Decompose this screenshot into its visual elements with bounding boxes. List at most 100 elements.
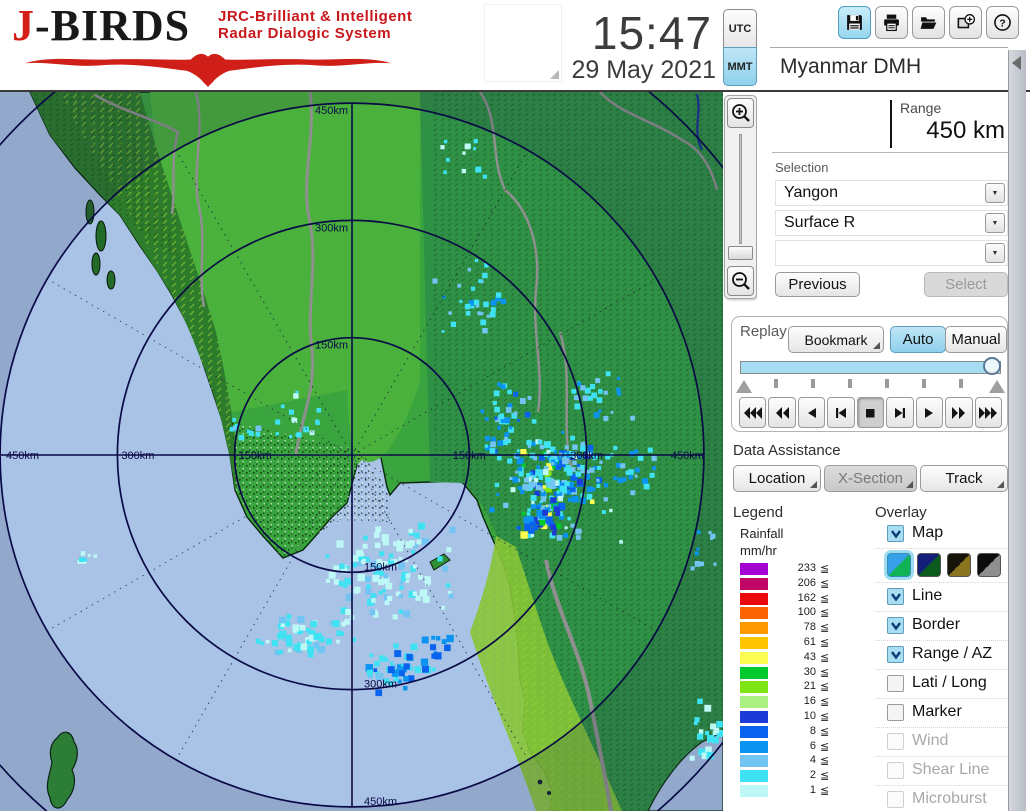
- zoom-slider-handle[interactable]: [728, 246, 753, 260]
- zoom-in-icon: [731, 104, 750, 122]
- legend-row: 4 ≦: [740, 754, 850, 769]
- eagle-icon: [24, 53, 392, 88]
- print-icon: [884, 14, 899, 32]
- checkbox[interactable]: [887, 762, 904, 779]
- product-dropdown-value: Surface R: [784, 214, 856, 231]
- replay-label: Replay: [740, 323, 787, 340]
- chevron-down-icon[interactable]: ▼: [985, 183, 1005, 203]
- legend-swatch: [740, 651, 768, 664]
- print-button[interactable]: [875, 6, 908, 39]
- legend-row: 78 ≦: [740, 621, 850, 636]
- panel-scrollbar[interactable]: [1008, 50, 1026, 811]
- fast-rewind-icon: [743, 406, 762, 419]
- checkbox[interactable]: [887, 525, 904, 542]
- utc-button[interactable]: UTC: [723, 9, 757, 48]
- x-section-button[interactable]: X-Section: [824, 465, 917, 492]
- zoom-slider-track[interactable]: [739, 134, 742, 244]
- zoom-in-button[interactable]: [727, 98, 754, 128]
- rewind-button[interactable]: [768, 397, 796, 428]
- svg-text:450km: 450km: [6, 450, 39, 462]
- replay-slider-handle[interactable]: [983, 357, 1001, 375]
- play-icon: [925, 407, 934, 418]
- step-forward-button[interactable]: [886, 397, 914, 428]
- legend-value: 61: [803, 635, 816, 648]
- site-dropdown[interactable]: Yangon ▼: [775, 180, 1008, 206]
- play-reverse-button[interactable]: [797, 397, 826, 428]
- control-panel: Range 450 km Selection Yangon ▼ Surface …: [731, 92, 1008, 811]
- checkbox[interactable]: [887, 588, 904, 605]
- collapse-panel-icon[interactable]: [1012, 56, 1021, 70]
- bookmark-button[interactable]: Bookmark: [788, 326, 884, 353]
- help-button[interactable]: ?: [986, 6, 1019, 39]
- zoom-out-button[interactable]: [727, 266, 754, 296]
- map-style-swatch-2[interactable]: [917, 553, 941, 577]
- legend-swatch: [740, 696, 768, 709]
- fastest-forward-button[interactable]: [974, 397, 1002, 428]
- overlay-item-shear-line: Shear Line: [875, 757, 1008, 786]
- slider-start-marker[interactable]: [736, 380, 752, 393]
- option-dropdown[interactable]: ▼: [775, 240, 1008, 266]
- legend-label: Legend: [733, 504, 784, 521]
- check-icon: [890, 650, 901, 660]
- slider-end-marker[interactable]: [989, 380, 1005, 393]
- play-reverse-icon: [807, 407, 816, 418]
- play-button[interactable]: [915, 397, 944, 428]
- svg-text:300km: 300km: [315, 222, 348, 234]
- legend-row: 21 ≦: [740, 680, 850, 695]
- checkbox[interactable]: [887, 675, 904, 692]
- step-forward-icon: [894, 407, 905, 418]
- overlay-item-microburst: Microburst: [875, 786, 1008, 811]
- chevron-down-icon[interactable]: ▼: [985, 213, 1005, 233]
- step-back-button[interactable]: [827, 397, 855, 428]
- rewind-icon: [776, 406, 790, 419]
- open-file-button[interactable]: [912, 6, 945, 39]
- track-button[interactable]: Track: [920, 465, 1008, 492]
- open-folder-icon: [920, 17, 937, 29]
- checkbox[interactable]: [887, 791, 904, 808]
- legend-operator: ≦: [820, 607, 830, 620]
- map-style-swatch-1[interactable]: [887, 553, 911, 577]
- legend-unit: mm/hr: [740, 543, 777, 558]
- stop-button[interactable]: [856, 397, 885, 428]
- range-display: Range 450 km: [775, 95, 1008, 150]
- svg-text:150km: 150km: [239, 450, 272, 462]
- svg-text:300km: 300km: [570, 450, 603, 462]
- legend-swatch: [740, 636, 768, 649]
- overlay-item-wind: Wind: [875, 728, 1008, 757]
- logo-title: J-BIRDS: [12, 1, 191, 50]
- fast-rewind-button[interactable]: [739, 397, 767, 428]
- legend-quantity: Rainfall: [740, 526, 784, 541]
- product-dropdown[interactable]: Surface R ▼: [775, 210, 1008, 236]
- checkbox[interactable]: [887, 733, 904, 750]
- data-assistance-label: Data Assistance: [733, 442, 841, 459]
- checkbox[interactable]: [887, 617, 904, 634]
- chevron-down-icon[interactable]: ▼: [985, 243, 1005, 263]
- save-button[interactable]: [838, 6, 871, 39]
- select-button[interactable]: Select: [924, 272, 1008, 297]
- map-style-swatch-3[interactable]: [947, 553, 971, 577]
- location-button[interactable]: Location: [733, 465, 821, 492]
- legend-operator: ≦: [820, 651, 830, 664]
- fast-forward-button[interactable]: [945, 397, 973, 428]
- legend-row: 233 ≦: [740, 562, 850, 577]
- replay-slider-track[interactable]: [740, 361, 1001, 374]
- radar-map-area[interactable]: 150km 150km 150km 150km 300km 300km 300km 300km…: [0, 0, 822, 811]
- checkbox[interactable]: [887, 704, 904, 721]
- legend-value: 206: [797, 576, 816, 589]
- legend-value: 43: [803, 650, 816, 663]
- legend-value: 16: [803, 695, 816, 708]
- svg-text:450km: 450km: [364, 796, 397, 808]
- map-zoom-control: [724, 95, 757, 299]
- legend-value: 30: [803, 665, 816, 678]
- overlay-item-marker: Marker: [875, 699, 1008, 728]
- manual-button[interactable]: Manual: [945, 326, 1007, 353]
- replay-slider-ticks: [736, 377, 1005, 393]
- radar-map[interactable]: 150km 150km 150km 150km 300km 300km 300km 300km…: [0, 0, 822, 811]
- previous-button[interactable]: Previous: [775, 272, 860, 297]
- checkbox[interactable]: [887, 646, 904, 663]
- auto-button[interactable]: Auto: [890, 326, 946, 353]
- map-style-swatch-4[interactable]: [977, 553, 1001, 577]
- mmt-button[interactable]: MMT: [723, 47, 757, 86]
- slider-tick: [959, 379, 963, 388]
- capture-button[interactable]: [949, 6, 982, 39]
